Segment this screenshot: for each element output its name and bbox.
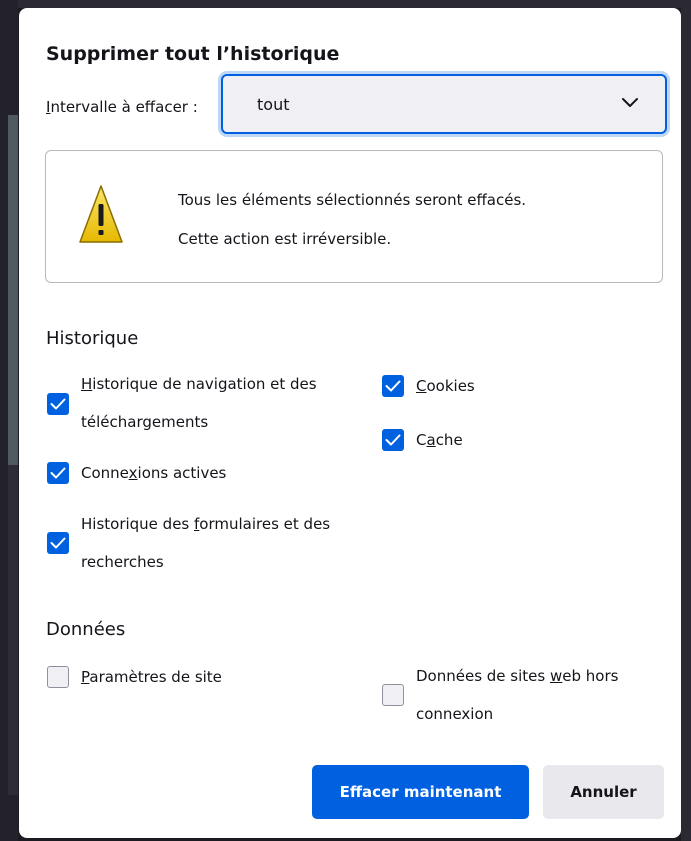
background-right — [681, 0, 691, 841]
warning-text-line1: Tous les éléments sélectionnés seront ef… — [178, 191, 527, 209]
warning-box: Tous les éléments sélectionnés seront ef… — [45, 150, 663, 283]
browsing-history-label-line1[interactable]: Historique de navigation et des — [81, 365, 317, 403]
site-settings-label[interactable]: Paramètres de site — [81, 658, 222, 696]
cache-label[interactable]: Cache — [416, 421, 463, 459]
warning-text-line2: Cette action est irréversible. — [178, 230, 392, 248]
chevron-down-icon — [622, 98, 638, 107]
offline-website-data-label-line1[interactable]: Données de sites web hors — [416, 657, 618, 695]
cache-checkbox[interactable] — [382, 429, 404, 451]
active-connections-label[interactable]: Connexions actives — [81, 454, 226, 492]
offline-website-data-label-line2[interactable]: connexion — [416, 695, 493, 733]
checkmark-icon — [50, 537, 66, 549]
checkmark-icon — [50, 398, 66, 410]
history-section-title: Historique — [46, 328, 139, 349]
browsing-history-label-line2[interactable]: téléchargements — [81, 403, 208, 441]
background-strip-lower — [8, 465, 18, 795]
offline-website-data-checkbox[interactable] — [382, 684, 404, 706]
browsing-history-checkbox[interactable] — [47, 393, 69, 415]
form-search-history-label-line1[interactable]: Historique des formulaires et des — [81, 505, 330, 543]
dialog-title: Supprimer tout l’historique — [46, 43, 340, 65]
site-settings-checkbox[interactable] — [47, 666, 69, 688]
warning-triangle-icon — [79, 185, 123, 243]
data-section-title: Données — [46, 619, 126, 640]
background-strip — [8, 115, 18, 465]
time-range-select[interactable]: tout — [218, 71, 670, 137]
background-top — [0, 0, 691, 8]
clear-now-button[interactable]: Effacer maintenant — [312, 765, 529, 819]
range-selected-value: tout — [257, 95, 290, 114]
form-search-history-checkbox[interactable] — [47, 532, 69, 554]
checkmark-icon — [385, 380, 401, 392]
active-connections-checkbox[interactable] — [47, 462, 69, 484]
cancel-button[interactable]: Annuler — [543, 765, 664, 819]
checkmark-icon — [385, 434, 401, 446]
cookies-label[interactable]: Cookies — [416, 367, 475, 405]
form-search-history-label-line2[interactable]: recherches — [81, 543, 164, 581]
range-label: Intervalle à effacer : — [46, 98, 198, 116]
checkmark-icon — [50, 467, 66, 479]
clear-history-dialog: Supprimer tout l’historique Intervalle à… — [19, 8, 681, 838]
cookies-checkbox[interactable] — [382, 375, 404, 397]
